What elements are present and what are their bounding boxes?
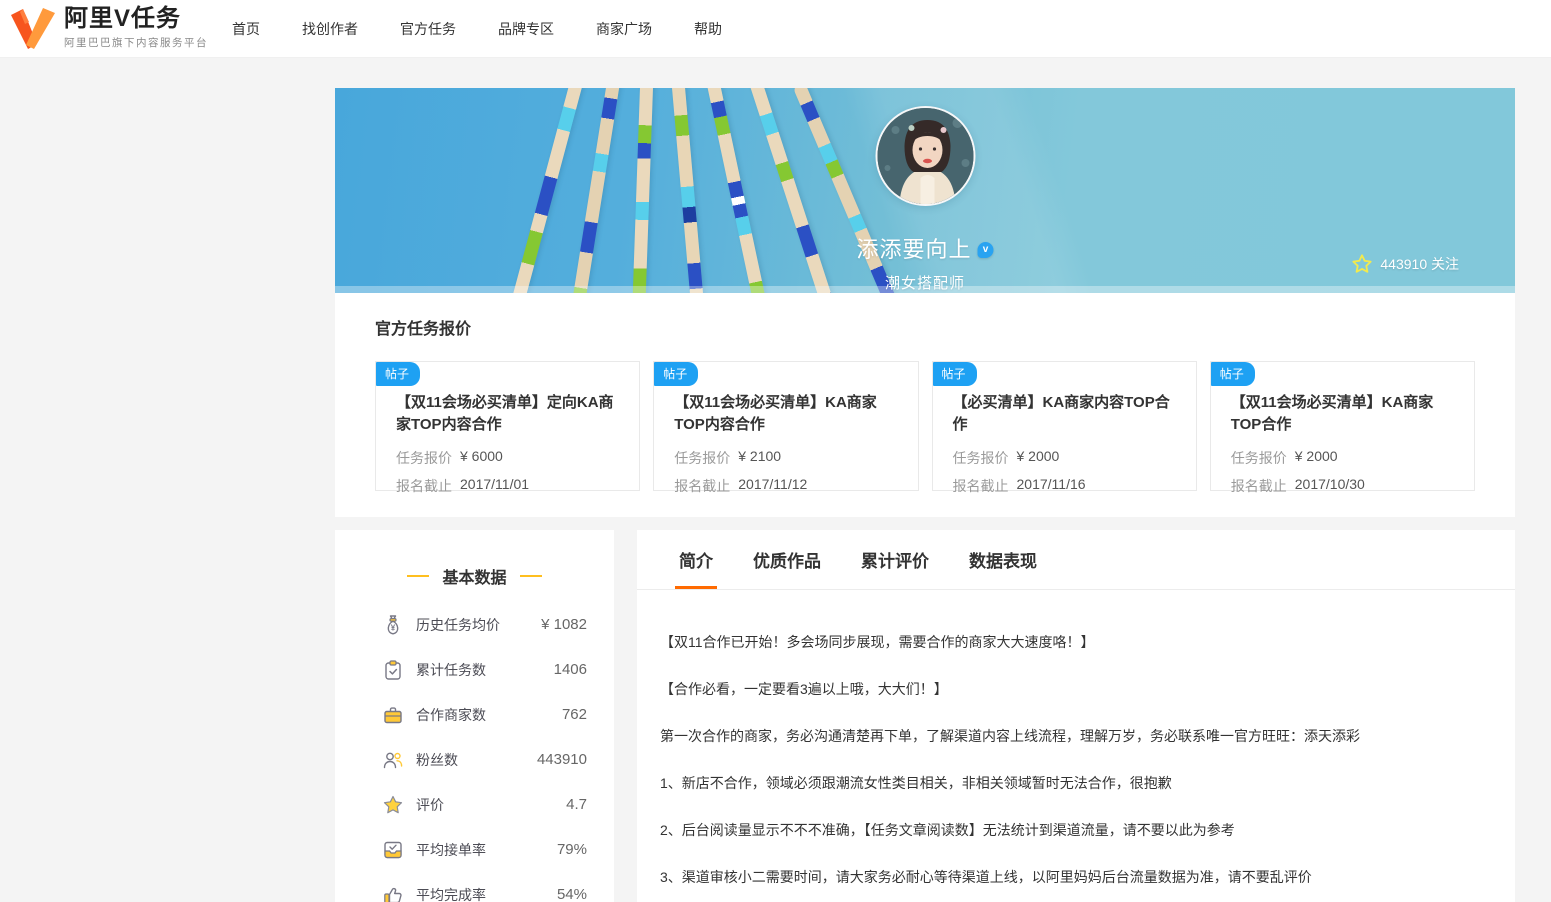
nav-item-find-creators[interactable]: 找创作者 — [302, 19, 358, 39]
intro-content: 【双11合作已开始！多会场同步展现，需要合作的商家大大速度咯！】 【合作必看，一… — [637, 590, 1515, 902]
profile-detail-panel: 简介 优质作品 累计评价 数据表现 【双11合作已开始！多会场同步展现，需要合作… — [637, 530, 1515, 902]
stat-fans: 粉丝数 443910 — [335, 737, 614, 782]
post-type-badge: 帖子 — [932, 362, 977, 386]
intro-paragraph: 第一次合作的商家，务必沟通清楚再下单，了解渠道内容上线流程，理解万岁，务必联系唯… — [660, 728, 1360, 744]
price-label: 任务报价 — [674, 449, 731, 466]
hand-ok-icon — [384, 887, 402, 902]
task-title: 【双11会场必买清单】KA商家TOP内容合作 — [674, 394, 877, 433]
tab-reviews[interactable]: 累计评价 — [861, 530, 929, 589]
post-type-badge: 帖子 — [376, 362, 421, 386]
post-type-badge: 帖子 — [1210, 362, 1255, 386]
basic-data-panel: 基本数据 ¥ 历史任务均价 ¥ 1082 累计任务数 1406 合作商家数 76… — [335, 530, 614, 902]
logo-subtitle: 阿里巴巴旗下内容服务平台 — [64, 37, 208, 49]
logo[interactable]: 阿里V任务 阿里巴巴旗下内容服务平台 — [10, 7, 232, 50]
deadline-label: 报名截止 — [396, 477, 452, 494]
follow-count-label: 443910 关注 — [1380, 256, 1459, 272]
price-value: ¥ 6000 — [460, 447, 503, 464]
stat-completion-rate: 平均完成率 54% — [335, 872, 614, 902]
fans-icon — [383, 752, 403, 768]
stat-avg-task-price: ¥ 历史任务均价 ¥ 1082 — [335, 602, 614, 647]
star-icon — [383, 795, 403, 813]
deadline-label: 报名截止 — [674, 477, 731, 494]
price-value: ¥ 2100 — [738, 447, 782, 464]
banner-decor-sticks — [505, 88, 905, 293]
nav-item-help[interactable]: 帮助 — [694, 19, 722, 39]
intro-paragraph: 【双11合作已开始！多会场同步展现，需要合作的商家大大速度咯！】 — [660, 634, 1095, 650]
task-title: 【双11会场必买清单】定向KA商家TOP内容合作 — [396, 394, 614, 433]
profile-tabs: 简介 优质作品 累计评价 数据表现 — [637, 530, 1515, 590]
profile-name: 添添要向上 — [856, 237, 972, 262]
intro-paragraph: 3、渠道审核小二需要时间，请大家务必耐心等待渠道上线，以阿里妈妈后台流量数据为准… — [660, 869, 1312, 885]
avatar — [874, 106, 975, 206]
task-card[interactable]: 帖子 【双11会场必买清单】KA商家TOP合作 任务报价 ¥ 2000 报名截止 2… — [1209, 361, 1475, 494]
official-task-section: 官方任务报价 帖子 【双11会场必买清单】定向KA商家TOP内容合作 任务报价 ¥… — [335, 293, 1515, 517]
price-label: 任务报价 — [952, 449, 1009, 466]
section-title-official-tasks: 官方任务报价 — [375, 321, 472, 338]
tab-data-performance[interactable]: 数据表现 — [969, 530, 1037, 589]
stat-total-tasks: 累计任务数 1406 — [335, 647, 614, 692]
nav-item-merchant-plaza[interactable]: 商家广场 — [596, 19, 652, 39]
task-card[interactable]: 帖子 【双11会场必买清单】定向KA商家TOP内容合作 任务报价 ¥ 6000 报… — [375, 361, 641, 494]
task-title: 【必买清单】KA商家内容TOP合作 — [952, 394, 1170, 433]
stat-acceptance-rate: 平均接单率 79% — [335, 827, 614, 872]
logo-title: 阿里V任务 — [64, 5, 182, 32]
nav-item-brand-zone[interactable]: 品牌专区 — [498, 19, 554, 39]
deadline-value: 2017/10/30 — [1294, 475, 1365, 492]
stat-partner-merchants: 合作商家数 762 — [335, 692, 614, 737]
main-nav: 首页 找创作者 官方任务 品牌专区 商家广场 帮助 — [232, 19, 764, 39]
profile-role: 潮女搭配师 — [884, 275, 966, 292]
intro-paragraph: 【合作必看，一定要看3遍以上哦，大大们！】 — [660, 681, 948, 697]
top-navbar: 阿里V任务 阿里巴巴旗下内容服务平台 首页 找创作者 官方任务 品牌专区 商家广… — [0, 0, 1551, 58]
deadline-label: 报名截止 — [1230, 477, 1287, 494]
post-type-badge: 帖子 — [654, 362, 699, 386]
task-card[interactable]: 帖子 【双11会场必买清单】KA商家TOP内容合作 任务报价 ¥ 2100 报名截… — [653, 361, 919, 494]
clipboard-icon — [385, 659, 401, 680]
logo-v-icon — [11, 7, 55, 49]
star-follow-icon — [1352, 254, 1373, 273]
tab-featured-works[interactable]: 优质作品 — [753, 530, 821, 589]
price-label: 任务报价 — [1230, 449, 1287, 466]
deadline-value: 2017/11/01 — [460, 475, 530, 492]
briefcase-icon — [384, 706, 402, 723]
money-bag-icon: ¥ — [387, 614, 399, 635]
price-value: ¥ 2000 — [1294, 447, 1338, 464]
tab-intro[interactable]: 简介 — [679, 530, 713, 589]
svg-text:¥: ¥ — [391, 623, 396, 632]
price-label: 任务报价 — [396, 449, 452, 466]
deadline-value: 2017/11/12 — [738, 475, 808, 492]
price-value: ¥ 2000 — [1016, 447, 1060, 464]
nav-item-home[interactable]: 首页 — [232, 19, 260, 39]
intro-paragraph: 2、后台阅读量显示不不不准确，【任务文章阅读数】无法统计到渠道流量，请不要以此为… — [660, 822, 1235, 838]
intro-paragraph: 1、新店不合作，领域必须跟潮流女性类目相关，非相关领域暂时无法合作，很抱歉 — [660, 775, 1172, 791]
task-title: 【双11会场必买清单】KA商家TOP合作 — [1230, 394, 1434, 433]
nav-item-official-tasks[interactable]: 官方任务 — [400, 19, 456, 39]
task-card[interactable]: 帖子 【必买清单】KA商家内容TOP合作 任务报价 ¥ 2000 报名截止 2017… — [931, 361, 1197, 494]
deadline-label: 报名截止 — [952, 477, 1009, 494]
verified-badge-icon: v — [977, 242, 994, 258]
profile-banner: 添添要向上 v 潮女搭配师 443910 关注 — [335, 88, 1515, 293]
follow-count[interactable]: 443910 关注 — [1351, 253, 1459, 275]
stat-rating: 评价 4.7 — [335, 782, 614, 827]
deadline-value: 2017/11/16 — [1016, 475, 1086, 492]
basic-data-title: 基本数据 — [335, 564, 614, 588]
inbox-check-icon — [384, 841, 402, 858]
